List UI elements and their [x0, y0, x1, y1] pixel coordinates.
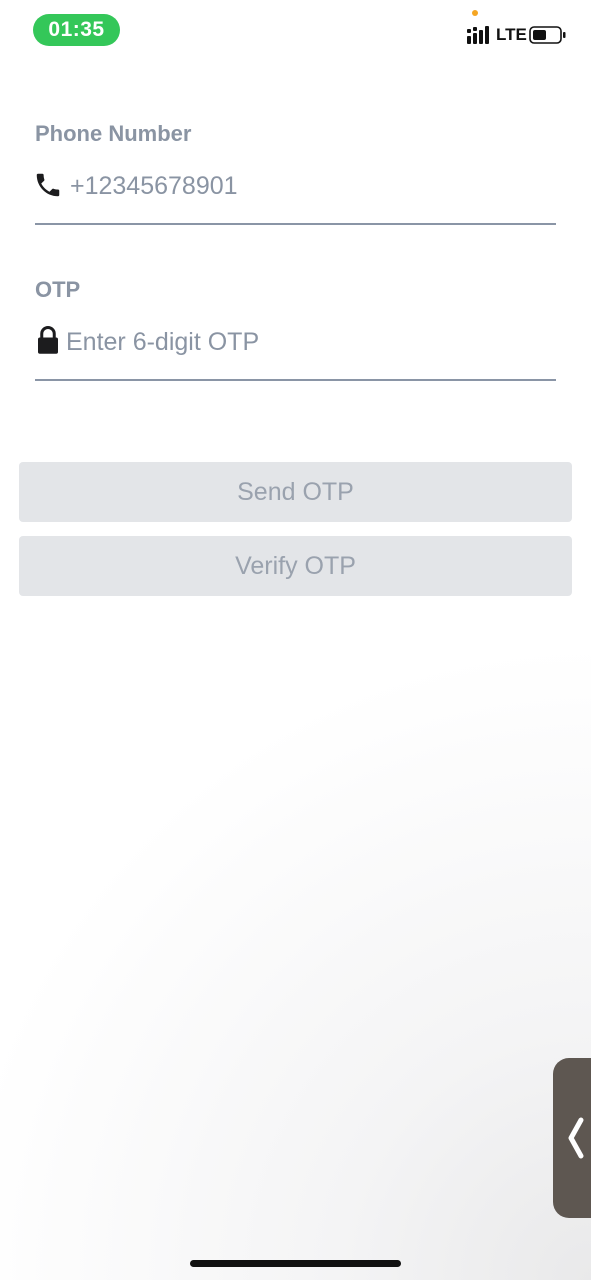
battery-icon [529, 26, 566, 44]
otp-input[interactable] [66, 325, 546, 359]
signal-icon [467, 26, 489, 44]
privacy-indicator-dot [472, 10, 478, 16]
phone-number-input[interactable] [70, 169, 550, 203]
send-otp-button[interactable]: Send OTP [19, 462, 572, 522]
phone-icon [36, 173, 60, 197]
side-panel-tab[interactable] [553, 1058, 591, 1218]
verify-otp-button[interactable]: Verify OTP [19, 536, 572, 596]
otp-label: OTP [35, 277, 81, 302]
otp-underline [35, 379, 556, 381]
phone-number-underline [35, 223, 556, 225]
lock-icon [38, 326, 58, 354]
status-time: 01:35 [33, 14, 120, 46]
network-type: LTE [496, 25, 527, 44]
chevron-left-icon [568, 1117, 584, 1159]
home-indicator[interactable] [190, 1260, 401, 1267]
phone-number-label: Phone Number [35, 121, 192, 146]
